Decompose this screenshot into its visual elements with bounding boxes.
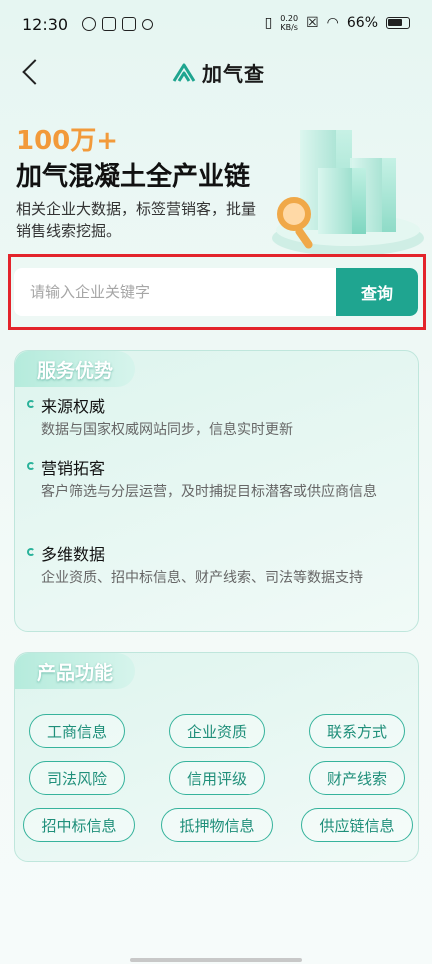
- search-input[interactable]: [14, 268, 336, 316]
- feature-chip-collateral-info[interactable]: 抵押物信息: [161, 808, 273, 842]
- brand: 加气查: [172, 58, 265, 87]
- hero-highlight: 100万+: [16, 126, 119, 156]
- hero-illustration: [272, 130, 424, 256]
- network-speed-unit: KB/s: [280, 23, 298, 32]
- feature-chip-supply-chain[interactable]: 供应链信息: [301, 808, 413, 842]
- feature-chip-contact[interactable]: 联系方式: [309, 714, 405, 748]
- product-features-title: 产品功能: [37, 661, 114, 684]
- sim-off-icon: ☒: [306, 15, 319, 31]
- status-time: 12:30: [22, 15, 69, 34]
- feature-chip-property-clues[interactable]: 财产线索: [309, 761, 405, 795]
- notification-icons: [82, 17, 153, 31]
- advantage-desc: 数据与国家权威网站同步，信息实时更新: [41, 422, 293, 438]
- advantage-title: 来源权威: [41, 397, 106, 416]
- wifi-icon: ◠: [326, 15, 339, 31]
- advantage-desc: 客户筛选与分层运营，及时捕捉目标潜客或供应商信息: [41, 484, 377, 500]
- status-right: ▯ 0.20 KB/s ☒ ◠ 66%: [265, 14, 410, 32]
- message-icon: [122, 17, 136, 31]
- bullet-icon: [27, 400, 35, 408]
- advantage-title: 营销拓客: [41, 459, 106, 478]
- status-bar: 12:30 ▯ 0.20 KB/s ☒ ◠ 66%: [0, 0, 432, 50]
- feature-chip-qualification[interactable]: 企业资质: [169, 714, 265, 748]
- brand-name: 加气查: [202, 62, 265, 86]
- hero-subtitle: 相关企业大数据，标签营销客，批量销售线索挖掘。: [16, 200, 257, 240]
- network-speed-value: 0.20: [280, 14, 299, 23]
- service-advantages-card: 服务优势 来源权威 数据与国家权威网站同步，信息实时更新 营销拓客 客户筛选与分…: [14, 350, 419, 632]
- search-button[interactable]: 查询: [336, 268, 418, 316]
- brand-logo-icon: [172, 63, 196, 82]
- battery-percent: 66%: [346, 15, 378, 31]
- bullet-icon: [27, 548, 35, 556]
- feature-chip-business-info[interactable]: 工商信息: [29, 714, 125, 748]
- advantage-title: 多维数据: [41, 545, 106, 564]
- app-notification-icon: [82, 17, 96, 31]
- bullet-icon: [27, 462, 35, 470]
- vibrate-icon: ▯: [264, 15, 273, 31]
- hero-banner: 100万+ 加气混凝土全产业链 相关企业大数据，标签营销客，批量销售线索挖掘。: [0, 110, 432, 260]
- home-indicator[interactable]: [130, 958, 302, 962]
- search-box: 查询: [14, 268, 418, 316]
- nav-bar: 加气查: [0, 50, 432, 94]
- tiktok-icon: [102, 17, 116, 31]
- feature-chip-judicial-risk[interactable]: 司法风险: [29, 761, 125, 795]
- network-speed: 0.20 KB/s: [280, 14, 298, 32]
- product-features-tab: 产品功能: [15, 653, 136, 689]
- service-advantages-title: 服务优势: [37, 359, 114, 382]
- feature-chip-bidding-info[interactable]: 招中标信息: [23, 808, 135, 842]
- service-advantages-tab: 服务优势: [15, 351, 136, 387]
- feature-chip-credit-rating[interactable]: 信用评级: [169, 761, 265, 795]
- product-features-card: 产品功能 工商信息 企业资质 联系方式 司法风险 信用评级 财产线索 招中标信息…: [14, 652, 419, 862]
- advantage-desc: 企业资质、招中标信息、财产线索、司法等数据支持: [41, 570, 363, 586]
- misc-notification-icon: [142, 19, 153, 30]
- battery-icon: [386, 17, 410, 29]
- back-button[interactable]: [14, 52, 50, 92]
- hero-title: 加气混凝土全产业链: [16, 162, 251, 192]
